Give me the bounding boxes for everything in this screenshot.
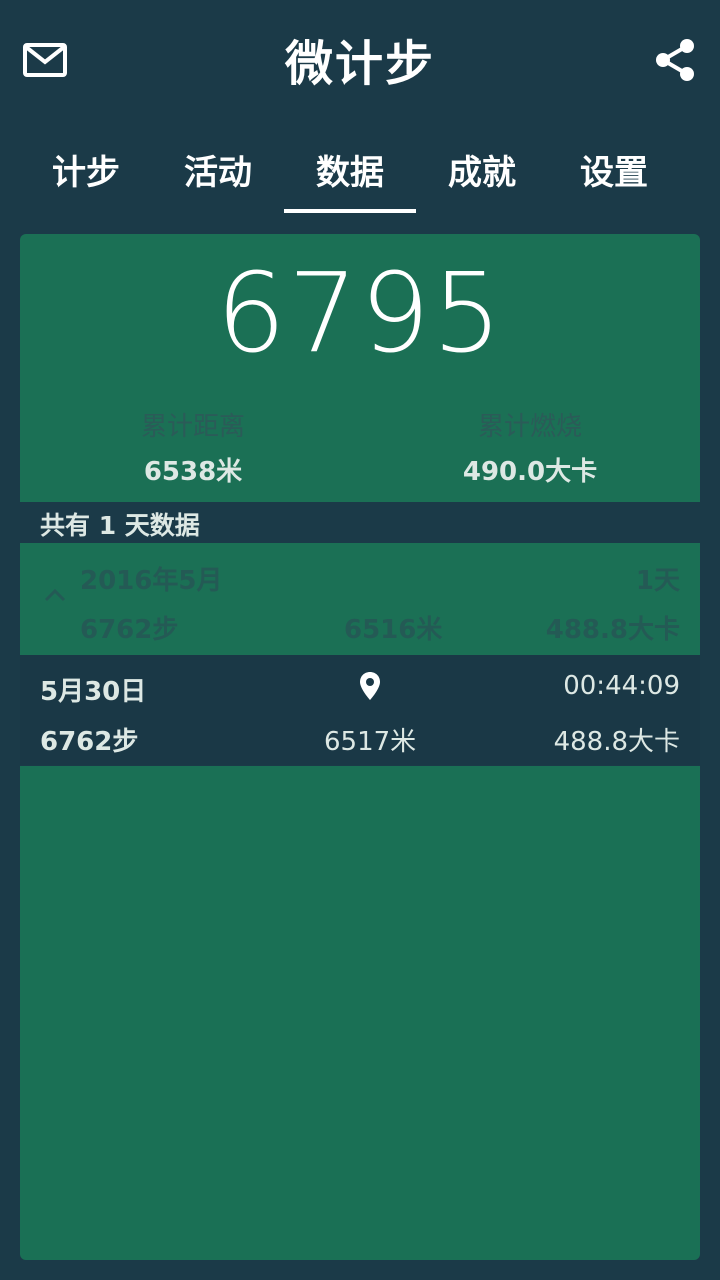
data-chart-area — [20, 766, 700, 1260]
day-duration: 00:44:09 — [563, 671, 680, 701]
total-distance-label: 累计距离 — [140, 412, 245, 442]
total-steps: 6795 — [216, 249, 504, 377]
top-app-bar: 微计步 — [0, 0, 720, 120]
month-distance: 6516米 — [344, 615, 443, 645]
day-steps: 6762步 — [40, 727, 139, 757]
day-record-row[interactable]: 5月30日 00:44:09 6762步 6517米 488.8大卡 — [20, 655, 700, 765]
month-group-row[interactable]: 2016年5月 1天 6762步 6516米 488.8大卡 — [20, 543, 700, 655]
tab-pedometer[interactable]: 计步 — [20, 125, 152, 213]
tab-settings[interactable]: 设置 — [548, 125, 680, 213]
month-days: 1天 — [635, 566, 680, 596]
location-pin-icon[interactable] — [359, 671, 381, 701]
share-icon — [656, 39, 694, 81]
total-calories-value: 490.0大卡 — [462, 457, 598, 487]
tab-data[interactable]: 数据 — [284, 125, 416, 213]
tab-bar: 计步 活动 数据 成就 设置 — [20, 125, 680, 215]
total-calories-label: 累计燃烧 — [477, 412, 582, 442]
month-calories: 488.8大卡 — [545, 615, 680, 645]
days-count: 共有 1 天数据 — [40, 511, 200, 540]
tab-achievements[interactable]: 成就 — [416, 125, 548, 213]
total-distance-stat: 累计距离 6538米 — [118, 406, 268, 488]
day-distance: 6517米 — [324, 727, 417, 757]
total-calories-stat: 累计燃烧 490.0大卡 — [440, 406, 620, 488]
day-calories: 488.8大卡 — [553, 727, 680, 757]
app-title: 微计步 — [284, 36, 435, 92]
total-distance-value: 6538米 — [143, 457, 243, 487]
day-date: 5月30日 — [40, 677, 147, 707]
chevron-up-icon — [44, 588, 66, 602]
month-steps: 6762步 — [80, 615, 179, 645]
month-label: 2016年5月 — [80, 566, 223, 596]
tab-activity[interactable]: 活动 — [152, 125, 284, 213]
share-button[interactable] — [649, 34, 701, 86]
